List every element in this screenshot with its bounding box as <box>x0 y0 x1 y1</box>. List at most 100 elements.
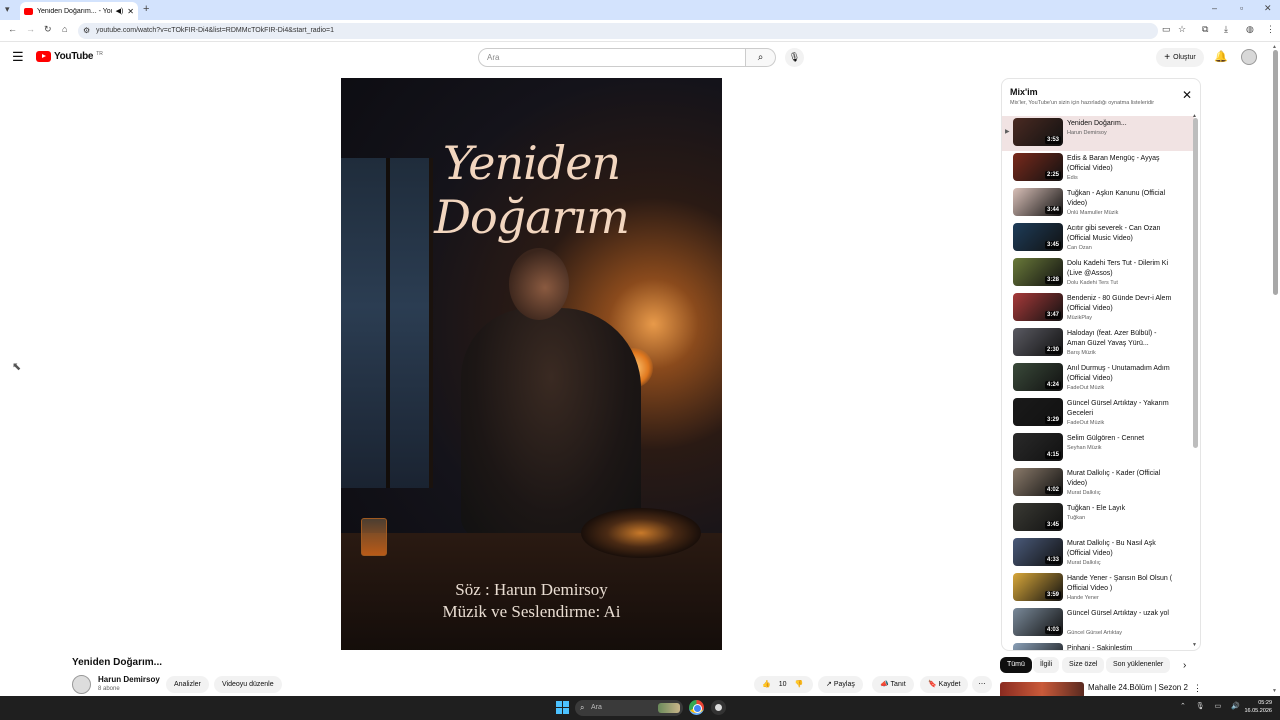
url-field[interactable]: ⚙ youtube.com/watch?v=cTOkFIR-Di4&list=R… <box>78 23 1158 39</box>
playlist-item-title[interactable]: Pinhani - Sakinleştim <box>1067 644 1175 650</box>
playlist-item[interactable]: 4:02 Murat Dalkılıç - Kader (Official Vid… <box>1002 466 1194 501</box>
page-scrollbar[interactable] <box>1273 50 1278 295</box>
home-icon[interactable]: ⌂ <box>62 24 67 34</box>
notifications-bell-icon[interactable]: 🔔 <box>1214 50 1228 63</box>
playlist-item[interactable]: 3:29 Güncel Gürsel Artıktay - Yakarım Gec… <box>1002 396 1194 431</box>
playlist-item-title[interactable]: Anıl Durmuş - Unutamadım Adım (Official … <box>1067 364 1175 384</box>
audio-icon[interactable]: ◀) <box>116 7 124 15</box>
playlist-thumbnail[interactable]: 3:59 <box>1013 573 1063 601</box>
thumbs-up-icon[interactable]: 👍 <box>762 676 771 693</box>
playlist-item[interactable]: 4:15 Selim Gülgören - Cennet Seyhan Müzik <box>1002 431 1194 466</box>
analytics-button[interactable]: Analizler <box>166 676 209 693</box>
recommended-thumbnail[interactable] <box>1000 682 1084 696</box>
system-tray[interactable]: ⌃ 🎙 ▭ 🔊 <box>1180 702 1244 710</box>
recommended-more-icon[interactable]: ⋮ <box>1193 683 1202 694</box>
playlist-thumbnail[interactable]: 3:47 <box>1013 293 1063 321</box>
voice-search-button[interactable]: 🎙 <box>785 48 804 67</box>
playlist-item[interactable]: 2:25 Edis & Baran Mengüç - Ayyaş (Officia… <box>1002 151 1194 186</box>
profile-icon[interactable]: ◍ <box>1246 24 1254 35</box>
playlist-item-title[interactable]: Acıtır gibi severek - Can Ozan (Official… <box>1067 224 1175 244</box>
playlist-thumbnail[interactable]: 3:45 <box>1013 503 1063 531</box>
channel-avatar[interactable] <box>72 675 91 694</box>
minimize-icon[interactable]: – <box>1212 3 1217 13</box>
browser-tab[interactable]: Yeniden Doğarım... - YouTube ◀) ✕ <box>20 2 138 20</box>
save-button[interactable]: 🔖 Kaydet <box>920 676 969 693</box>
playlist-item[interactable]: 3:59 Hande Yener - Şansın Bol Olsun ( Off… <box>1002 571 1194 606</box>
playlist-item-title[interactable]: Edis & Baran Mengüç - Ayyaş (Official Vi… <box>1067 154 1175 174</box>
browser-menu-icon[interactable]: ⋮ <box>1266 24 1275 35</box>
chrome-icon[interactable] <box>689 700 704 715</box>
chevron-right-icon[interactable]: › <box>1183 660 1186 671</box>
reload-icon[interactable]: ↻ <box>44 24 52 35</box>
more-actions-icon[interactable]: ⋯ <box>972 676 992 693</box>
playlist-item-title[interactable]: Tuğkan - Ele Layık <box>1067 504 1175 514</box>
playlist-thumbnail[interactable]: 3:45 <box>1013 223 1063 251</box>
playlist-item[interactable]: ▶ 3:53 Yeniden Doğarım... Harun Demirsoy <box>1002 116 1194 151</box>
playlist-item-title[interactable]: Dolu Kadehi Ters Tut - Dilerim Ki (Live … <box>1067 259 1175 279</box>
playlist-thumbnail[interactable]: 2:25 <box>1013 153 1063 181</box>
extensions-icon[interactable]: ⧉ <box>1202 24 1208 35</box>
like-dislike-button[interactable]: 👍 10 👎 <box>754 676 813 693</box>
playlist-item[interactable]: 3:28 Dolu Kadehi Ters Tut - Dilerim Ki (L… <box>1002 256 1194 291</box>
page-scroll-down-icon[interactable]: ▼ <box>1272 688 1277 694</box>
playlist-thumbnail[interactable]: 4:33 <box>1013 538 1063 566</box>
playlist-item[interactable]: 2:30 Halodayı (feat. Azer Bülbül) - Aman … <box>1002 326 1194 361</box>
window-close-icon[interactable]: ✕ <box>1264 3 1272 14</box>
app-icon[interactable] <box>711 700 726 715</box>
clock[interactable]: 05:29 16.05.2026 <box>1240 699 1272 715</box>
playlist-thumbnail[interactable] <box>1013 643 1063 650</box>
cast-icon[interactable]: ▭ <box>1162 24 1171 35</box>
playlist-item-title[interactable]: Bendeniz - 80 Günde Devr-i Alem (Officia… <box>1067 294 1175 314</box>
site-info-icon[interactable]: ⚙ <box>83 23 90 39</box>
playlist-item-title[interactable]: Yeniden Doğarım... <box>1067 119 1175 129</box>
edit-video-button[interactable]: Videoyu düzenle <box>214 676 282 693</box>
playlist-item[interactable]: 3:45 Tuğkan - Ele Layık Tuğkan <box>1002 501 1194 536</box>
playlist-thumbnail[interactable]: 3:29 <box>1013 398 1063 426</box>
playlist-thumbnail[interactable]: 4:03 <box>1013 608 1063 636</box>
playlist-item-title[interactable]: Hande Yener - Şansın Bol Olsun ( Officia… <box>1067 574 1175 594</box>
playlist-item-title[interactable]: Güncel Gürsel Artıktay - Yakarım Geceler… <box>1067 399 1175 419</box>
playlist-item[interactable]: 3:47 Bendeniz - 80 Günde Devr-i Alem (Off… <box>1002 291 1194 326</box>
playlist-item-title[interactable]: Tuğkan - Aşkın Kanunu (Official Video) <box>1067 189 1175 209</box>
chip-for-you[interactable]: Size özel <box>1062 657 1105 673</box>
forward-icon[interactable]: → <box>26 24 35 34</box>
bookmark-star-icon[interactable]: ☆ <box>1178 24 1186 35</box>
back-icon[interactable]: ← <box>8 24 17 34</box>
avatar[interactable] <box>1241 49 1257 65</box>
playlist-thumbnail[interactable]: 3:28 <box>1013 258 1063 286</box>
playlist-item[interactable]: 3:45 Acıtır gibi severek - Can Ozan (Offi… <box>1002 221 1194 256</box>
recommended-title[interactable]: Mahalle 24.Bölüm | Sezon 2 <box>1088 683 1188 692</box>
hamburger-menu-icon[interactable]: ☰ <box>12 50 26 64</box>
playlist-item[interactable]: 4:24 Anıl Durmuş - Unutamadım Adım (Offic… <box>1002 361 1194 396</box>
chip-all[interactable]: Tümü <box>1000 657 1032 673</box>
promote-button[interactable]: 📣 Tanıt <box>872 676 914 693</box>
taskbar-search-input[interactable]: ⌕ Ara <box>575 700 683 716</box>
channel-name[interactable]: Harun Demirsoy <box>98 675 160 684</box>
playlist-item-title[interactable]: Güncel Gürsel Artıktay - uzak yol <box>1067 609 1175 619</box>
playlist-item[interactable]: Pinhani - SakinleştimPinhani <box>1002 641 1194 650</box>
thumbs-down-icon[interactable]: 👎 <box>795 676 804 693</box>
chip-recently-uploaded[interactable]: Son yüklenenler <box>1106 657 1171 673</box>
playlist-item-title[interactable]: Murat Dalkılıç - Bu Nasıl Aşk (Official … <box>1067 539 1175 559</box>
playlist-item-title[interactable]: Halodayı (feat. Azer Bülbül) - Aman Güze… <box>1067 329 1175 349</box>
playlist-item[interactable]: 3:44 Tuğkan - Aşkın Kanunu (Official Vide… <box>1002 186 1194 221</box>
playlist-item-title[interactable]: Murat Dalkılıç - Kader (Official Video) <box>1067 469 1175 489</box>
playlist-thumbnail[interactable]: 3:53 <box>1013 118 1063 146</box>
playlist-thumbnail[interactable]: 3:44 <box>1013 188 1063 216</box>
tab-menu-icon[interactable]: ▾ <box>5 4 10 15</box>
playlist-scroll-down-icon[interactable]: ▼ <box>1192 642 1197 648</box>
playlist-scrollbar[interactable] <box>1193 118 1198 448</box>
search-button[interactable]: ⌕ <box>746 48 776 67</box>
playlist-item[interactable]: 4:33 Murat Dalkılıç - Bu Nasıl Aşk (Offic… <box>1002 536 1194 571</box>
share-button[interactable]: ↗ Paylaş <box>818 676 863 693</box>
playlist-item[interactable]: 4:03 Güncel Gürsel Artıktay - uzak yol Gün… <box>1002 606 1194 641</box>
new-tab-icon[interactable]: + <box>143 3 149 15</box>
close-icon[interactable]: ✕ <box>1182 88 1192 102</box>
search-input[interactable]: Ara <box>478 48 746 67</box>
tab-close-icon[interactable]: ✕ <box>127 7 134 16</box>
downloads-icon[interactable]: ⤓ <box>1224 24 1228 35</box>
playlist-thumbnail[interactable]: 4:24 <box>1013 363 1063 391</box>
create-button[interactable]: + Oluştur <box>1156 48 1204 67</box>
youtube-logo[interactable]: YouTube TR <box>36 51 103 62</box>
windows-start-icon[interactable] <box>556 701 569 714</box>
